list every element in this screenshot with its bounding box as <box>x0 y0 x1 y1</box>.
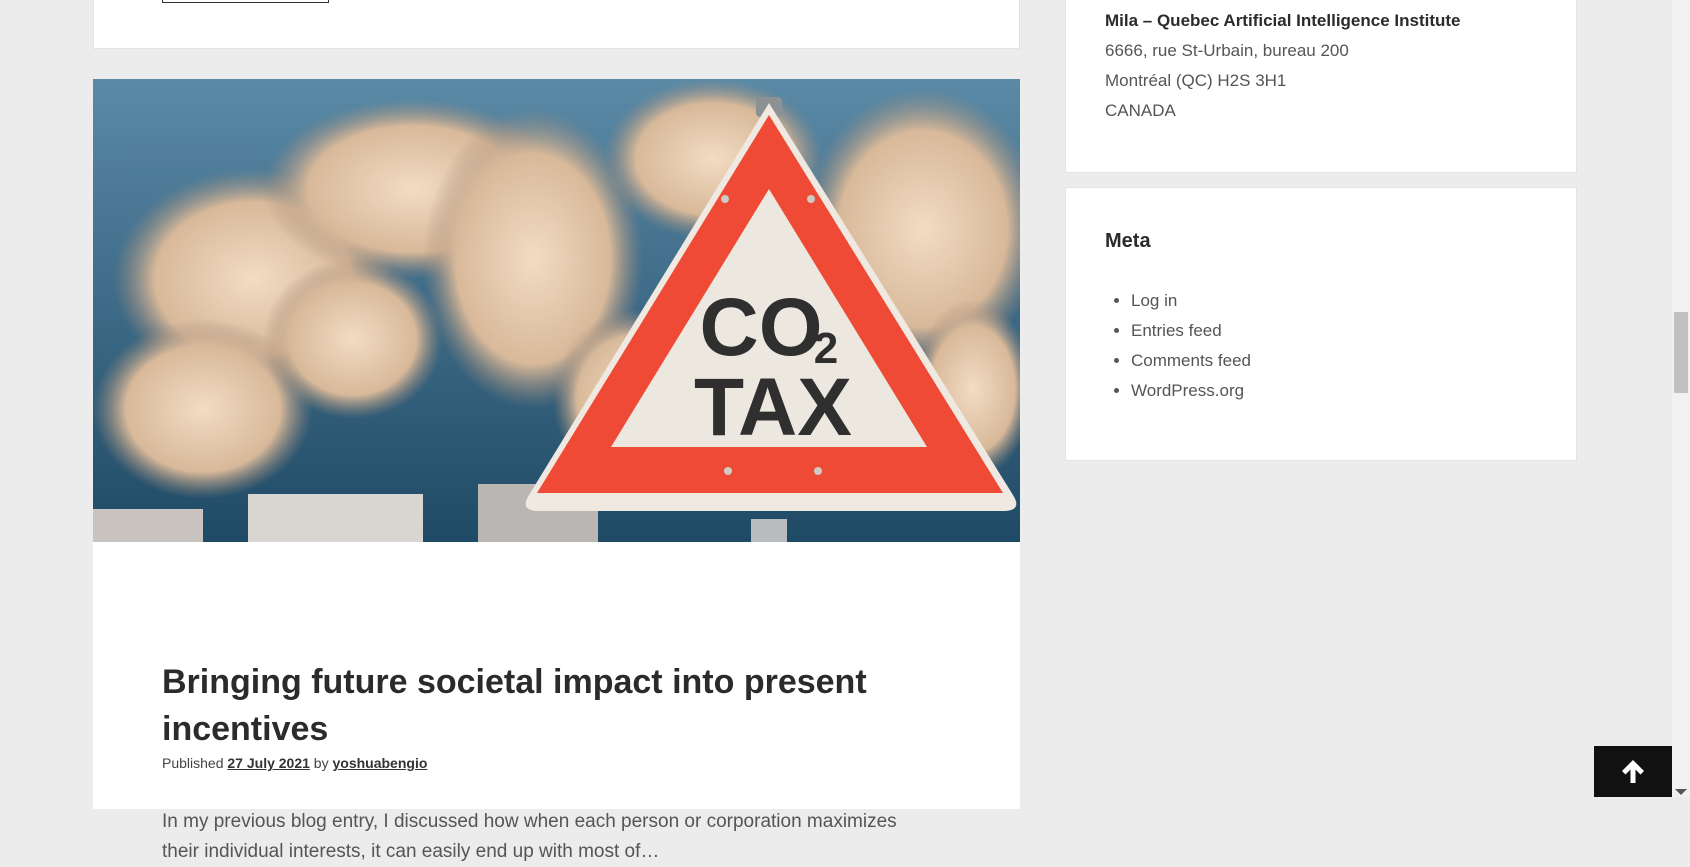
post-title[interactable]: Bringing future societal impact into pre… <box>162 659 902 753</box>
address-line-city: Montréal (QC) H2S 3H1 <box>1105 71 1287 90</box>
post-date-link[interactable]: 27 July 2021 <box>227 755 310 771</box>
list-item: Comments feed <box>1131 346 1251 376</box>
list-item: Entries feed <box>1131 316 1251 346</box>
published-label: Published <box>162 755 224 771</box>
scrollbar-thumb[interactable] <box>1674 312 1688 393</box>
meta-widget-title: Meta <box>1105 230 1151 252</box>
post-author-link[interactable]: yoshuabengio <box>332 755 427 771</box>
wordpress-org-link[interactable]: WordPress.org <box>1131 381 1244 400</box>
address-line-country: CANADA <box>1105 101 1176 120</box>
scroll-down-arrow-icon[interactable] <box>1675 789 1687 795</box>
list-item: WordPress.org <box>1131 376 1251 406</box>
entries-feed-link[interactable]: Entries feed <box>1131 321 1222 340</box>
list-item: Log in <box>1131 286 1251 316</box>
read-more-button[interactable] <box>162 0 329 3</box>
page-scrollbar[interactable] <box>1672 0 1690 797</box>
post-meta: Published 27 July 2021 by yoshuabengio <box>162 755 427 771</box>
address-line-street: 6666, rue St-Urbain, bureau 200 <box>1105 41 1349 60</box>
sign-tax-text: TAX <box>694 362 852 453</box>
meta-widget: Meta Log in Entries feed Comments feed W… <box>1065 187 1577 461</box>
post-card: CO 2 TAX Bringing future societal impact… <box>93 79 1020 862</box>
sign-pole <box>751 519 787 542</box>
log-in-link[interactable]: Log in <box>1131 291 1177 310</box>
previous-post-card <box>93 0 1020 49</box>
post-excerpt: In my previous blog entry, I discussed h… <box>162 811 897 862</box>
arrow-up-icon <box>1622 760 1644 783</box>
by-label: by <box>313 755 329 771</box>
scroll-to-top-button[interactable] <box>1594 746 1672 797</box>
meta-links-list: Log in Entries feed Comments feed WordPr… <box>1105 286 1251 406</box>
address-widget: Mila – Quebec Artificial Intelligence In… <box>1065 0 1577 173</box>
comments-feed-link[interactable]: Comments feed <box>1131 351 1251 370</box>
institute-name: Mila – Quebec Artificial Intelligence In… <box>1105 11 1461 30</box>
sign-co-text: CO <box>700 282 823 373</box>
post-featured-image[interactable]: CO 2 TAX <box>93 79 1020 542</box>
